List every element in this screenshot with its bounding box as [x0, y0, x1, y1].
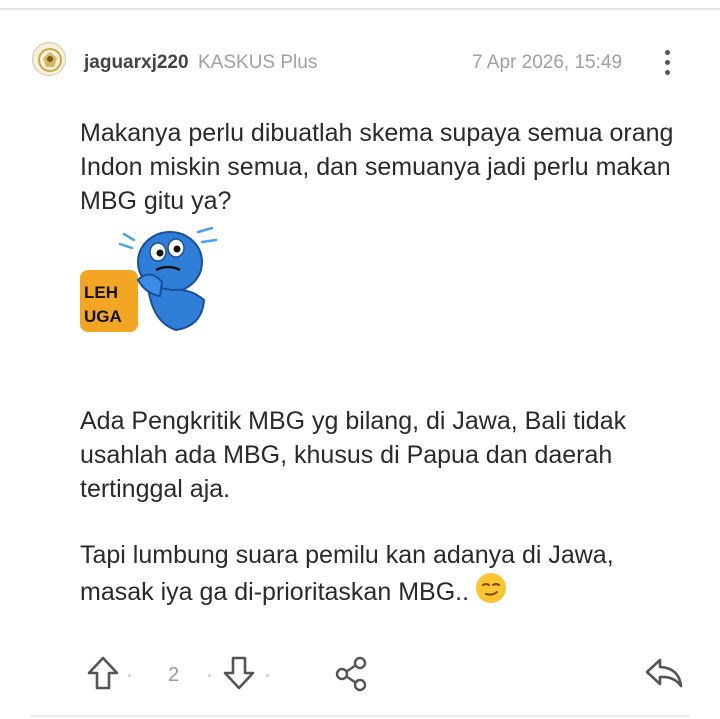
vote-count: 2: [168, 664, 180, 686]
post-header: jaguarxj220 KASKUS Plus 7 Apr 2026, 15:4…: [30, 40, 690, 84]
arrow-down-icon: [223, 656, 255, 690]
upvote-button[interactable]: [86, 654, 120, 697]
post-paragraph-3: Tapi lumbung suara pemilu kan adanya di …: [80, 538, 690, 609]
sticker-label-2: UGA: [84, 307, 122, 326]
share-icon: [335, 656, 367, 692]
sticker-label-1: LEH: [84, 283, 118, 302]
post-paragraph-1: Makanya perlu dibuatlah skema supaya sem…: [80, 119, 674, 215]
arrow-up-icon: [87, 656, 119, 690]
avatar[interactable]: [32, 42, 66, 76]
separator-dot: [266, 674, 269, 677]
separator-dot: [128, 674, 131, 677]
more-options-button[interactable]: [658, 46, 678, 78]
sticker-image: LEH UGA: [80, 222, 220, 337]
bottom-divider: [30, 715, 690, 717]
more-vertical-icon: [665, 50, 670, 55]
more-dot: [665, 70, 670, 75]
share-button[interactable]: [334, 654, 368, 697]
membership-badge: KASKUS Plus: [198, 52, 318, 73]
post-actions: 2: [80, 648, 690, 698]
smirk-emoji-icon: [476, 573, 507, 603]
username-link[interactable]: jaguarxj220: [84, 52, 189, 74]
post-paragraph-3-text: Tapi lumbung suara pemilu kan adanya di …: [80, 541, 614, 606]
separator-dot: [208, 674, 211, 677]
post-timestamp: 7 Apr 2026, 15:49: [472, 52, 623, 73]
downvote-button[interactable]: [222, 654, 256, 697]
reply-icon: [645, 658, 683, 688]
reply-button[interactable]: [644, 654, 684, 697]
top-divider: [0, 8, 720, 10]
post-paragraph-2: Ada Pengkritik MBG yg bilang, di Jawa, B…: [80, 407, 627, 503]
more-dot: [665, 60, 670, 65]
avatar-emblem-icon: [35, 45, 65, 75]
